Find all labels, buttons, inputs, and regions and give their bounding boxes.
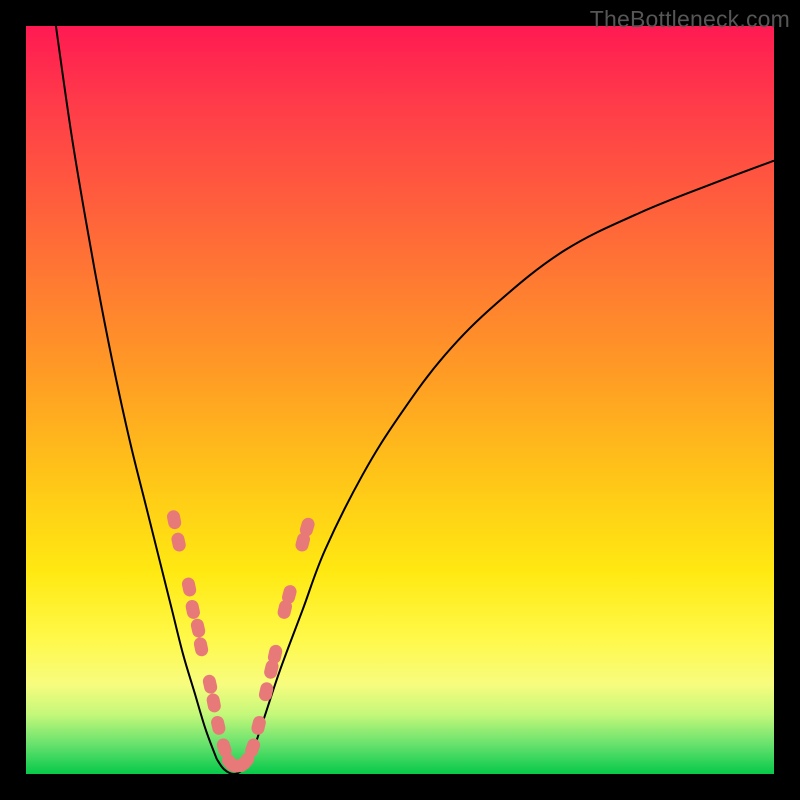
chart-frame: TheBottleneck.com xyxy=(0,0,800,800)
marker-dot xyxy=(193,636,210,657)
watermark-label: TheBottleneck.com xyxy=(590,6,790,33)
curve-right-branch xyxy=(250,161,774,759)
curve-left-branch xyxy=(56,26,217,759)
marker-dot xyxy=(181,576,198,597)
marker-dot xyxy=(184,599,201,620)
marker-dot xyxy=(210,715,227,736)
marker-group xyxy=(166,509,316,774)
chart-svg xyxy=(26,26,774,774)
marker-dot xyxy=(170,531,187,552)
marker-dot xyxy=(166,509,182,530)
plot-area xyxy=(26,26,774,774)
marker-dot xyxy=(202,674,219,695)
marker-dot xyxy=(190,617,207,638)
marker-dot xyxy=(206,692,222,713)
marker-dot xyxy=(258,681,275,702)
